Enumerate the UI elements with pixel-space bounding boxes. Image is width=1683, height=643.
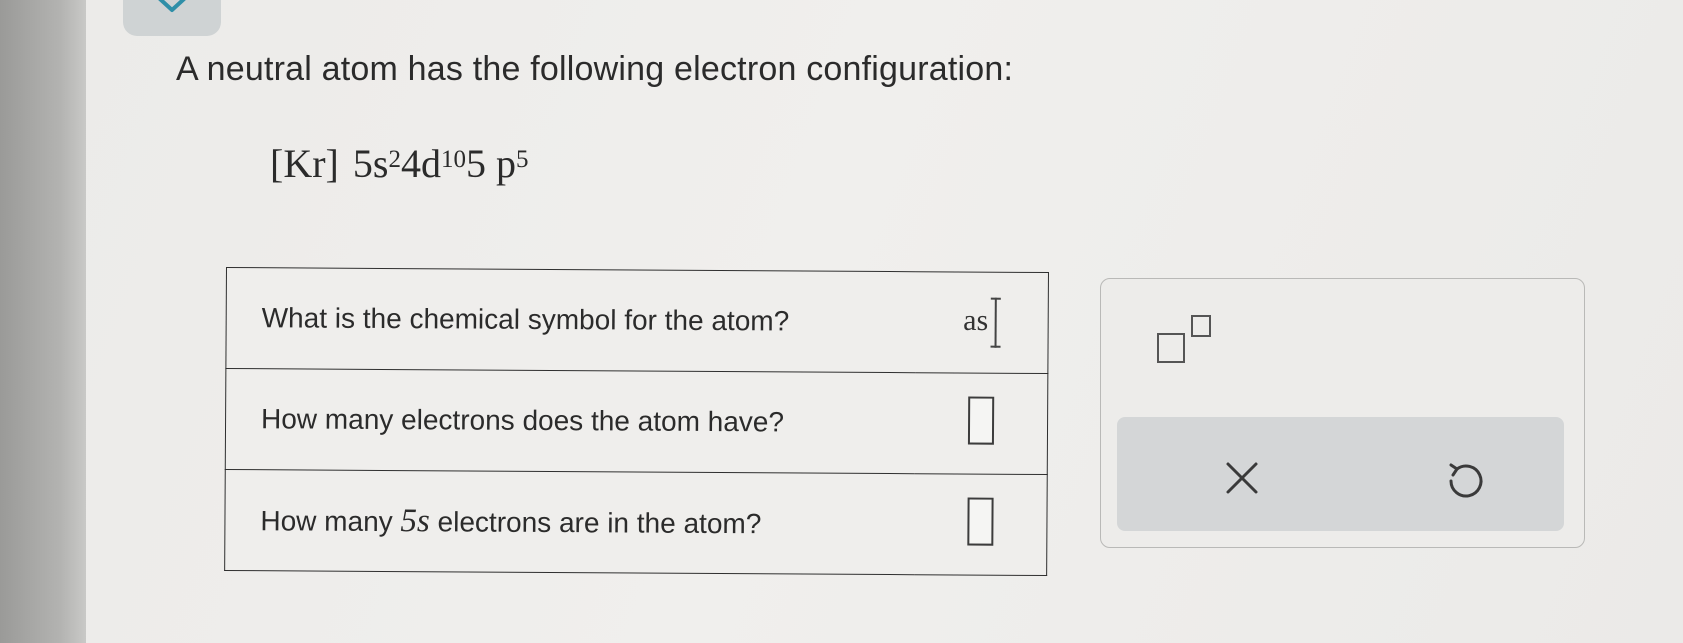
question-table: What is the chemical symbol for the atom… xyxy=(224,267,1049,577)
orbital-5p-exponent: 5 xyxy=(515,146,529,173)
question-math-5s: 5s xyxy=(400,502,430,539)
table-row: How many 5s electrons are in the atom? xyxy=(224,469,1048,576)
x-icon xyxy=(1226,462,1258,494)
clear-button[interactable] xyxy=(1217,453,1267,503)
superscript-template-icon[interactable] xyxy=(1157,315,1217,365)
orbital-5s-exponent: 2 xyxy=(388,146,401,173)
table-row: How many electrons does the atom have? xyxy=(225,368,1048,475)
chevron-down-icon xyxy=(158,0,186,12)
orbital-4d-exponent: 10 xyxy=(440,146,466,173)
undo-icon xyxy=(1449,463,1483,498)
collapse-tab[interactable] xyxy=(123,0,221,36)
left-margin xyxy=(0,0,86,643)
orbital-5s: 5s xyxy=(352,141,389,186)
electron-configuration: [Kr] 5s24d105 p5 xyxy=(270,140,528,187)
answer-input-box[interactable] xyxy=(967,396,995,445)
table-row: What is the chemical symbol for the atom… xyxy=(225,267,1049,374)
question-cell: How many electrons does the atom have? xyxy=(225,368,916,474)
answer-text: as xyxy=(963,303,989,338)
orbital-4d: 4d xyxy=(400,141,441,186)
answer-field-electrons[interactable] xyxy=(914,372,1048,475)
text-cursor-icon xyxy=(990,298,1000,348)
answer-field-5s-electrons[interactable] xyxy=(914,473,1048,576)
question-prompt: A neutral atom has the following electro… xyxy=(176,50,1014,88)
undo-button[interactable] xyxy=(1439,457,1489,507)
math-tool-panel xyxy=(1100,278,1585,548)
action-bar xyxy=(1117,417,1564,531)
orbital-5p: 5 p xyxy=(465,141,516,186)
core-notation: [Kr] xyxy=(270,141,339,186)
question-suffix: electrons are in the atom? xyxy=(429,505,762,539)
answer-field-symbol[interactable]: as xyxy=(915,271,1049,374)
question-cell: How many 5s electrons are in the atom? xyxy=(224,469,915,575)
question-prefix: How many xyxy=(260,504,401,537)
answer-input-box[interactable] xyxy=(967,497,994,546)
question-cell: What is the chemical symbol for the atom… xyxy=(225,267,916,373)
